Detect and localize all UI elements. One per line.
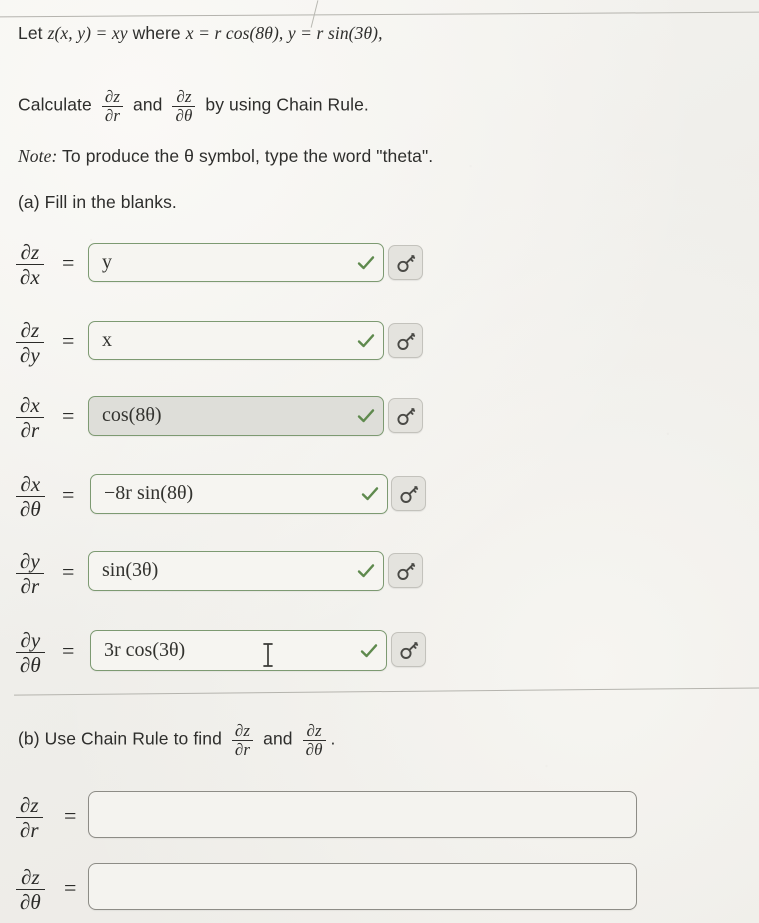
calculate-line: Calculate ∂z ∂r and ∂z ∂θ by using Chain… — [18, 87, 369, 125]
worksheet-page: Let z(x, y) = xy where x = r cos(8θ), y … — [0, 0, 759, 923]
inline-fraction-dz-dr: ∂z ∂r — [101, 87, 124, 125]
fraction-denominator: ∂r — [16, 572, 44, 598]
problem-statement: Let z(x, y) = xy where x = r cos(8θ), y … — [18, 23, 383, 45]
row-label-dy-dr: ∂y ∂r — [16, 550, 44, 597]
key-icon — [400, 642, 419, 659]
text-cursor-ibeam — [263, 643, 273, 667]
fraction-denominator: ∂x — [16, 263, 44, 289]
answer-value: x — [102, 328, 112, 351]
fraction-denominator: ∂θ — [16, 651, 45, 677]
row-label-b-dz-dr: ∂z ∂r — [16, 794, 43, 841]
key-icon — [397, 408, 416, 425]
equals-sign: = — [62, 559, 75, 584]
answer-field-dz-dx[interactable]: y — [88, 243, 384, 282]
key-button-dy-dtheta[interactable] — [391, 632, 426, 667]
row-label-dy-dtheta: ∂y ∂θ — [16, 629, 45, 676]
statement-x: x = r cos(8θ), — [185, 23, 284, 43]
part-b-period: . — [330, 728, 336, 749]
checkmark-icon — [360, 643, 378, 657]
key-icon — [397, 563, 416, 580]
fraction-denominator: ∂r — [231, 740, 254, 759]
equals-sign: = — [64, 875, 77, 900]
key-button-dx-dr[interactable] — [388, 398, 423, 433]
paper-grain — [0, 0, 759, 923]
row-label-dx-dr: ∂x ∂r — [16, 394, 44, 441]
equals-sign: = — [62, 250, 75, 275]
statement-where: where — [127, 23, 186, 43]
fraction-numerator: ∂z — [234, 721, 251, 740]
part-b-heading: (b) Use Chain Rule to find ∂z ∂r and ∂z … — [18, 721, 336, 759]
checkmark-icon — [357, 564, 375, 578]
divider-top — [0, 11, 759, 18]
part-a-heading: (a) Fill in the blanks. — [18, 192, 177, 212]
checkmark-icon — [357, 255, 375, 269]
answer-field-dx-dtheta[interactable]: −8r sin(8θ) — [90, 474, 388, 514]
answer-field-dy-dr[interactable]: sin(3θ) — [88, 551, 384, 591]
part-b-heading-prefix: (b) Use Chain Rule to find — [18, 728, 222, 749]
equals-sign: = — [62, 328, 75, 353]
answer-field-b-dz-dr[interactable] — [88, 791, 637, 838]
checkmark-icon — [357, 333, 375, 347]
fraction-denominator: ∂r — [101, 106, 124, 125]
answer-value: cos(8θ) — [102, 404, 162, 427]
note-line: Note: To produce the θ symbol, type the … — [18, 146, 433, 168]
key-button-dz-dy[interactable] — [388, 323, 423, 358]
equals-sign: = — [62, 403, 75, 428]
fraction-numerator: ∂z — [20, 240, 40, 264]
answer-value: sin(3θ) — [102, 559, 159, 582]
divider-middle — [14, 687, 759, 696]
row-label-b-dz-dtheta: ∂z ∂θ — [16, 866, 45, 913]
fraction-denominator: ∂r — [16, 816, 43, 842]
equals-sign: = — [62, 638, 75, 663]
key-icon — [400, 486, 419, 503]
fraction-denominator: ∂θ — [302, 740, 326, 759]
fraction-numerator: ∂y — [20, 628, 41, 652]
fraction-numerator: ∂z — [21, 865, 40, 889]
equals-sign: = — [62, 482, 75, 507]
inline-fraction-dz-dr: ∂z ∂r — [231, 721, 254, 759]
answer-field-b-dz-dtheta[interactable] — [88, 863, 637, 910]
fraction-numerator: ∂z — [306, 721, 322, 740]
statement-prefix: Let — [18, 23, 48, 43]
fraction-numerator: ∂x — [20, 472, 41, 496]
fraction-denominator: ∂θ — [16, 888, 45, 914]
answer-field-dz-dy[interactable]: x — [88, 321, 384, 360]
key-button-dz-dx[interactable] — [388, 245, 423, 280]
calculate-and: and — [133, 94, 163, 115]
inline-fraction-dz-dtheta: ∂z ∂θ — [172, 87, 196, 125]
key-button-dy-dr[interactable] — [388, 553, 423, 588]
note-label: Note: — [18, 146, 58, 166]
answer-value: 3r cos(3θ) — [104, 638, 186, 661]
fraction-numerator: ∂y — [20, 549, 40, 573]
equals-sign: = — [64, 803, 77, 828]
checkmark-icon — [357, 409, 375, 423]
part-b-and: and — [263, 728, 293, 749]
inline-fraction-dz-dtheta: ∂z ∂θ — [302, 721, 326, 759]
fraction-numerator: ∂z — [104, 87, 121, 106]
key-icon — [397, 333, 416, 350]
checkmark-icon — [361, 487, 379, 501]
statement-y: y = r sin(3θ), — [283, 23, 383, 43]
fraction-denominator: ∂y — [16, 341, 44, 367]
answer-value: −8r sin(8θ) — [104, 482, 194, 505]
row-label-dz-dx: ∂z ∂x — [16, 241, 44, 288]
row-label-dx-dtheta: ∂x ∂θ — [16, 473, 45, 520]
calculate-suffix: by using Chain Rule. — [205, 94, 369, 115]
row-label-dz-dy: ∂z ∂y — [16, 319, 44, 366]
answer-field-dy-dtheta[interactable]: 3r cos(3θ) — [90, 630, 387, 671]
fraction-denominator: ∂θ — [172, 106, 196, 125]
fraction-numerator: ∂x — [20, 393, 40, 417]
statement-z: z(x, y) = xy — [47, 23, 128, 43]
fraction-denominator: ∂r — [16, 416, 44, 442]
answer-value: y — [102, 250, 112, 273]
note-text: To produce the θ symbol, type the word "… — [62, 146, 434, 166]
key-icon — [397, 255, 416, 272]
calculate-prefix: Calculate — [18, 94, 92, 115]
fraction-numerator: ∂z — [20, 318, 40, 342]
fraction-numerator: ∂z — [176, 87, 192, 106]
fraction-denominator: ∂θ — [16, 495, 45, 521]
fraction-numerator: ∂z — [20, 793, 39, 817]
answer-field-dx-dr[interactable]: cos(8θ) — [88, 396, 384, 436]
key-button-dx-dtheta[interactable] — [391, 476, 426, 511]
